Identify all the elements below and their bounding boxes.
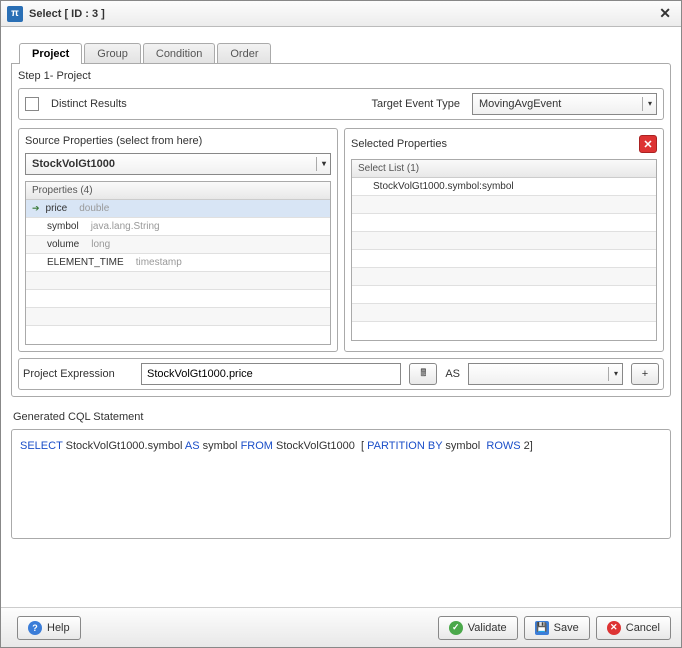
select-list-value: StockVolGt1000.symbol:symbol	[373, 181, 514, 192]
tab-group[interactable]: Group	[84, 43, 141, 64]
help-icon: ?	[28, 621, 42, 635]
property-row[interactable]: ➔ price double	[26, 200, 330, 218]
save-button[interactable]: 💾 Save	[524, 616, 590, 640]
check-icon: ✓	[449, 621, 463, 635]
select-list-empty	[352, 286, 656, 304]
select-list-empty	[352, 196, 656, 214]
source-select-value: StockVolGt1000	[32, 158, 115, 170]
cql-keyword: AS	[185, 440, 200, 452]
cancel-label: Cancel	[626, 622, 660, 634]
cql-text: StockVolGt1000.symbol	[66, 440, 183, 452]
cql-keyword: SELECT	[20, 440, 63, 452]
disk-icon: 💾	[535, 621, 549, 635]
cancel-icon: ✕	[607, 621, 621, 635]
project-expr-input[interactable]	[141, 363, 401, 385]
cql-text: symbol	[445, 440, 480, 452]
delete-icon[interactable]: ✕	[639, 135, 657, 153]
cql-text: 2]	[524, 440, 533, 452]
cql-text: [	[361, 440, 364, 452]
property-row-empty	[26, 290, 330, 308]
validate-label: Validate	[468, 622, 507, 634]
source-properties-panel: Source Properties (select from here) Sto…	[18, 128, 338, 352]
select-list-item[interactable]: StockVolGt1000.symbol:symbol	[352, 178, 656, 196]
property-type: java.lang.String	[91, 221, 160, 232]
tab-strip: Project Group Condition Order	[11, 43, 671, 64]
as-label: AS	[445, 368, 460, 380]
cql-keyword: PARTITION BY	[367, 440, 442, 452]
property-type: long	[91, 239, 110, 250]
select-list-empty	[352, 304, 656, 322]
expression-builder-button[interactable]: 🖩	[409, 363, 437, 385]
property-name: ELEMENT_TIME	[47, 257, 124, 268]
property-type: double	[79, 203, 109, 214]
cql-text: symbol	[203, 440, 238, 452]
property-name: price	[46, 203, 68, 214]
property-row[interactable]: symbol java.lang.String	[26, 218, 330, 236]
target-event-label: Target Event Type	[372, 98, 460, 110]
property-row[interactable]: ELEMENT_TIME timestamp	[26, 254, 330, 272]
property-name: volume	[47, 239, 79, 250]
select-list-header: Select List (1)	[352, 160, 656, 178]
select-list-empty	[352, 268, 656, 286]
distinct-label: Distinct Results	[51, 98, 366, 110]
close-icon[interactable]: ✕	[655, 3, 675, 24]
help-label: Help	[47, 622, 70, 634]
add-button[interactable]: +	[631, 363, 659, 385]
dialog-content: Project Group Condition Order Step 1- Pr…	[1, 27, 681, 607]
validate-button[interactable]: ✓ Validate	[438, 616, 518, 640]
generated-cql-box: SELECT StockVolGt1000.symbol AS symbol F…	[11, 429, 671, 539]
select-list-empty	[352, 232, 656, 250]
project-expression-row: Project Expression 🖩 AS +	[18, 358, 664, 390]
cancel-button[interactable]: ✕ Cancel	[596, 616, 671, 640]
calculator-icon: 🖩	[420, 366, 426, 383]
tab-order[interactable]: Order	[217, 43, 271, 64]
select-list-table: Select List (1) StockVolGt1000.symbol:sy…	[351, 159, 657, 341]
source-panel-header: Source Properties (select from here)	[25, 135, 331, 147]
select-list-empty	[352, 250, 656, 268]
distinct-target-row: Distinct Results Target Event Type Movin…	[18, 88, 664, 120]
property-row[interactable]: volume long	[26, 236, 330, 254]
properties-columns: Source Properties (select from here) Sto…	[18, 128, 664, 352]
selected-panel-title: Selected Properties	[351, 138, 447, 150]
source-select[interactable]: StockVolGt1000	[25, 153, 331, 175]
property-row-empty	[26, 326, 330, 344]
select-list-empty	[352, 322, 656, 340]
tab-body: Step 1- Project Distinct Results Target …	[11, 63, 671, 397]
project-expr-label: Project Expression	[23, 368, 133, 380]
arrow-right-icon: ➔	[32, 203, 40, 214]
step-title: Step 1- Project	[18, 70, 664, 82]
select-dialog: π Select [ ID : 3 ] ✕ Project Group Cond…	[0, 0, 682, 648]
generated-cql-header: Generated CQL Statement	[13, 411, 671, 423]
help-button[interactable]: ? Help	[17, 616, 81, 640]
plus-icon: +	[642, 368, 648, 380]
property-type: timestamp	[136, 257, 182, 268]
as-select[interactable]	[468, 363, 623, 385]
target-event-value: MovingAvgEvent	[479, 98, 561, 110]
properties-table: Properties (4) ➔ price double symbol jav…	[25, 181, 331, 345]
tab-condition[interactable]: Condition	[143, 43, 215, 64]
title-bar: π Select [ ID : 3 ] ✕	[1, 1, 681, 27]
save-label: Save	[554, 622, 579, 634]
cql-text: StockVolGt1000	[276, 440, 355, 452]
selected-panel-header: Selected Properties ✕	[351, 135, 657, 153]
distinct-checkbox[interactable]	[25, 97, 39, 111]
cql-keyword: ROWS	[486, 440, 520, 452]
target-event-select[interactable]: MovingAvgEvent	[472, 93, 657, 115]
select-list-empty	[352, 214, 656, 232]
cql-keyword: FROM	[241, 440, 273, 452]
dialog-title: Select [ ID : 3 ]	[29, 8, 655, 20]
tab-project[interactable]: Project	[19, 43, 82, 64]
property-row-empty	[26, 308, 330, 326]
property-row-empty	[26, 272, 330, 290]
pi-icon: π	[7, 6, 23, 22]
properties-header: Properties (4)	[26, 182, 330, 200]
selected-properties-panel: Selected Properties ✕ Select List (1) St…	[344, 128, 664, 352]
button-bar: ? Help ✓ Validate 💾 Save ✕ Cancel	[1, 607, 681, 647]
property-name: symbol	[47, 221, 79, 232]
